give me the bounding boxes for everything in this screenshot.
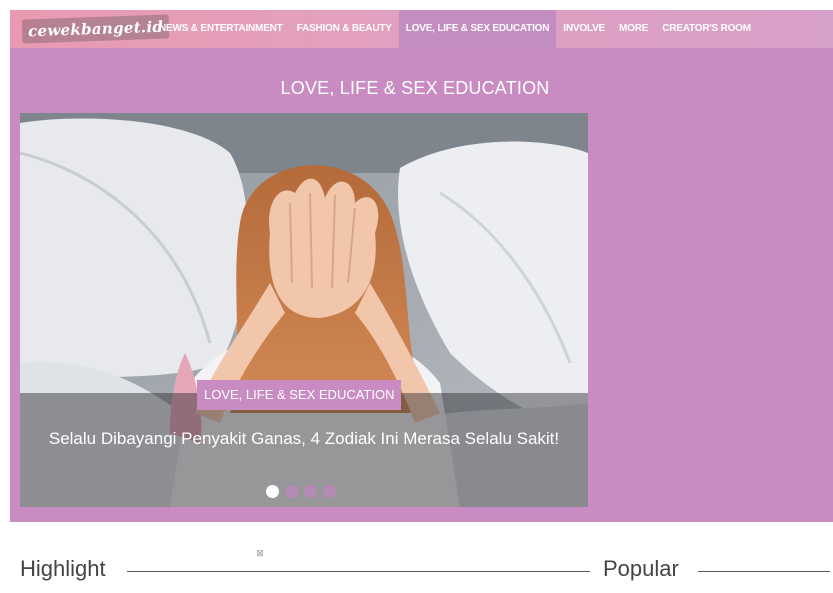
top-navigation: cewekbanget.id NEWS & ENTERTAINMENT FASH… [10, 10, 833, 48]
nav-item-news-entertainment[interactable]: NEWS & ENTERTAINMENT [152, 10, 290, 48]
hero-headline[interactable]: Selalu Dibayangi Penyakit Ganas, 4 Zodia… [30, 428, 578, 450]
hero-category-badge[interactable]: LOVE, LIFE & SEX EDUCATION [197, 380, 402, 410]
slider-dot-2[interactable] [285, 485, 298, 498]
slider-dot-3[interactable] [304, 485, 317, 498]
broken-image-icon: ⊠ [256, 548, 264, 558]
slider-dot-4[interactable] [323, 485, 336, 498]
nav-menu: NEWS & ENTERTAINMENT FASHION & BEAUTY LO… [152, 10, 758, 48]
slider-dot-1[interactable] [266, 485, 279, 498]
nav-item-fashion-beauty[interactable]: FASHION & BEAUTY [290, 10, 399, 48]
section-title: LOVE, LIFE & SEX EDUCATION [280, 78, 550, 98]
slider-dots [266, 485, 336, 498]
popular-divider [698, 571, 830, 572]
nav-item-involve[interactable]: INVOLVE [556, 10, 612, 48]
hero-slider[interactable]: LOVE, LIFE & SEX EDUCATION Selalu Dibaya… [20, 113, 588, 507]
highlight-heading: Highlight [20, 556, 106, 581]
nav-item-more[interactable]: MORE [612, 10, 655, 48]
nav-item-creators-room[interactable]: CREATOR'S ROOM [655, 10, 758, 48]
nav-item-love-life-sex-education[interactable]: LOVE, LIFE & SEX EDUCATION [398, 10, 557, 48]
highlight-divider [127, 571, 590, 572]
popular-heading: Popular [603, 556, 679, 581]
site-logo[interactable]: cewekbanget.id [21, 14, 170, 44]
